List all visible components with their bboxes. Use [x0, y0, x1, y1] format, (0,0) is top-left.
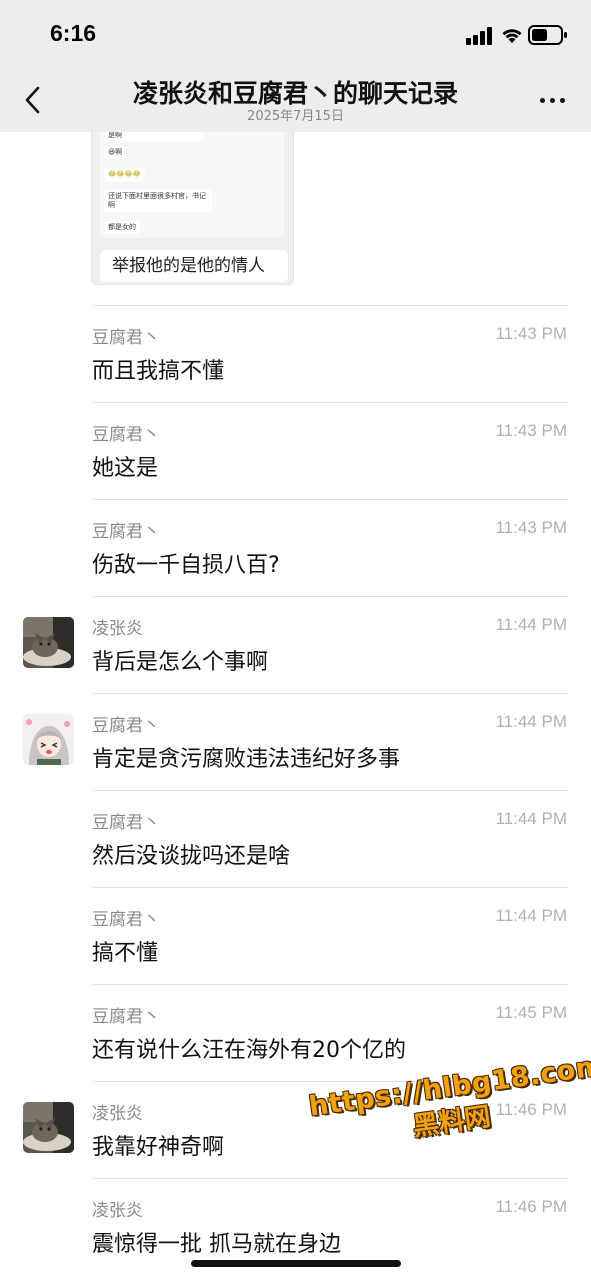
message-time: 11:43 PM — [495, 324, 567, 343]
quoted-caption: 举报他的是他的情人 — [100, 250, 288, 282]
message-row[interactable]: 豆腐君丶 11:43 PM 而且我搞不懂 — [0, 305, 591, 402]
message-row[interactable]: 凌张炎 11:44 PM 背后是怎么个事啊 — [0, 596, 591, 693]
back-button[interactable] — [14, 82, 50, 118]
message-row[interactable]: 豆腐君丶 11:45 PM 还有说什么汪在海外有20个亿的 — [0, 984, 591, 1081]
message-text: 伤敌一千自损八百? — [92, 553, 280, 578]
message-time: 11:46 PM — [495, 1100, 567, 1119]
divider — [92, 887, 568, 888]
chevron-left-icon — [25, 86, 40, 114]
sender-name: 凌张炎 — [92, 1104, 143, 1124]
message-text: 她这是 — [92, 456, 159, 481]
divider — [92, 1081, 568, 1082]
message-row[interactable]: 豆腐君丶 11:43 PM 伤敌一千自损八百? — [0, 499, 591, 596]
message-time: 11:43 PM — [495, 518, 567, 537]
quoted-line: 都是女的 — [104, 221, 140, 234]
divider — [92, 402, 568, 403]
sender-name: 豆腐君丶 — [92, 813, 160, 833]
message-text: 我靠好神奇啊 — [92, 1135, 225, 1160]
page-subtitle: 2025年7月15日 — [247, 109, 344, 124]
avatar-cat[interactable] — [23, 1102, 74, 1153]
battery-icon — [528, 25, 567, 45]
message-text: 然后没谈拢吗还是啥 — [92, 844, 291, 869]
quoted-line: 😂😂😂😂 — [104, 168, 145, 181]
status-time: 6:16 — [50, 20, 97, 46]
quoted-line: 是啊 — [104, 132, 204, 142]
sender-name: 凌张炎 — [92, 619, 143, 639]
divider — [92, 790, 568, 791]
sender-name: 凌张炎 — [92, 1201, 143, 1221]
message-text: 肯定是贪污腐败违法违纪好多事 — [92, 747, 401, 772]
message-time: 11:44 PM — [495, 712, 567, 731]
sender-name: 豆腐君丶 — [92, 910, 160, 930]
message-row[interactable]: 豆腐君丶 11:44 PM 肯定是贪污腐败违法违纪好多事 — [0, 693, 591, 790]
home-indicator[interactable] — [191, 1260, 401, 1267]
message-row[interactable]: 豆腐君丶 11:44 PM 搞不懂 — [0, 887, 591, 984]
cat-photo-icon — [23, 617, 74, 668]
dot-icon — [539, 97, 545, 103]
message-time: 11:45 PM — [495, 1003, 567, 1022]
divider — [92, 984, 568, 985]
quoted-line: 还说下面村里面很多村官，书记啊 — [104, 190, 212, 212]
divider — [92, 693, 568, 694]
divider — [92, 1178, 568, 1179]
divider — [92, 305, 568, 306]
message-time: 11:46 PM — [495, 1197, 567, 1216]
sender-name: 豆腐君丶 — [92, 716, 160, 736]
dot-icon — [549, 97, 555, 103]
message-row[interactable]: 凌张炎 11:46 PM 我靠好神奇啊 — [0, 1081, 591, 1178]
anime-girl-avatar-icon — [23, 714, 74, 765]
wifi-icon — [502, 29, 522, 43]
message-text: 而且我搞不懂 — [92, 359, 225, 384]
avatar-anime[interactable] — [23, 714, 74, 765]
cellular-signal-icon — [466, 27, 492, 45]
message-text: 搞不懂 — [92, 941, 159, 966]
sender-name: 豆腐君丶 — [92, 425, 160, 445]
cat-photo-icon — [23, 1102, 74, 1153]
message-time: 11:43 PM — [495, 421, 567, 440]
dot-icon — [559, 97, 565, 103]
sender-name: 豆腐君丶 — [92, 522, 160, 542]
message-row[interactable]: 豆腐君丶 11:43 PM 她这是 — [0, 402, 591, 499]
sender-name: 豆腐君丶 — [92, 328, 160, 348]
quoted-line: 😆啊 — [104, 146, 127, 159]
message-text: 震惊得一批 抓马就在身边 — [92, 1232, 341, 1257]
message-text: 背后是怎么个事啊 — [92, 650, 269, 675]
divider — [92, 596, 568, 597]
divider — [92, 499, 568, 500]
message-text: 还有说什么汪在海外有20个亿的 — [92, 1038, 406, 1063]
message-time: 11:44 PM — [495, 906, 567, 925]
quoted-screenshot: 是啊 😆啊 😂😂😂😂 还说下面村里面很多村官，书记啊 都是女的 — [100, 132, 284, 238]
navigation-bar: 6:16 凌张炎和豆腐君丶的聊天记录 2025年7月15日 — [0, 0, 591, 132]
message-time: 11:44 PM — [495, 615, 567, 634]
quoted-image-card[interactable]: 是啊 😆啊 😂😂😂😂 还说下面村里面很多村官，书记啊 都是女的 举报他的是他的情… — [91, 132, 294, 285]
message-time: 11:44 PM — [495, 809, 567, 828]
avatar-cat[interactable] — [23, 617, 74, 668]
sender-name: 豆腐君丶 — [92, 1007, 160, 1027]
message-row[interactable]: 豆腐君丶 11:44 PM 然后没谈拢吗还是啥 — [0, 790, 591, 887]
more-options-button[interactable] — [532, 92, 572, 108]
